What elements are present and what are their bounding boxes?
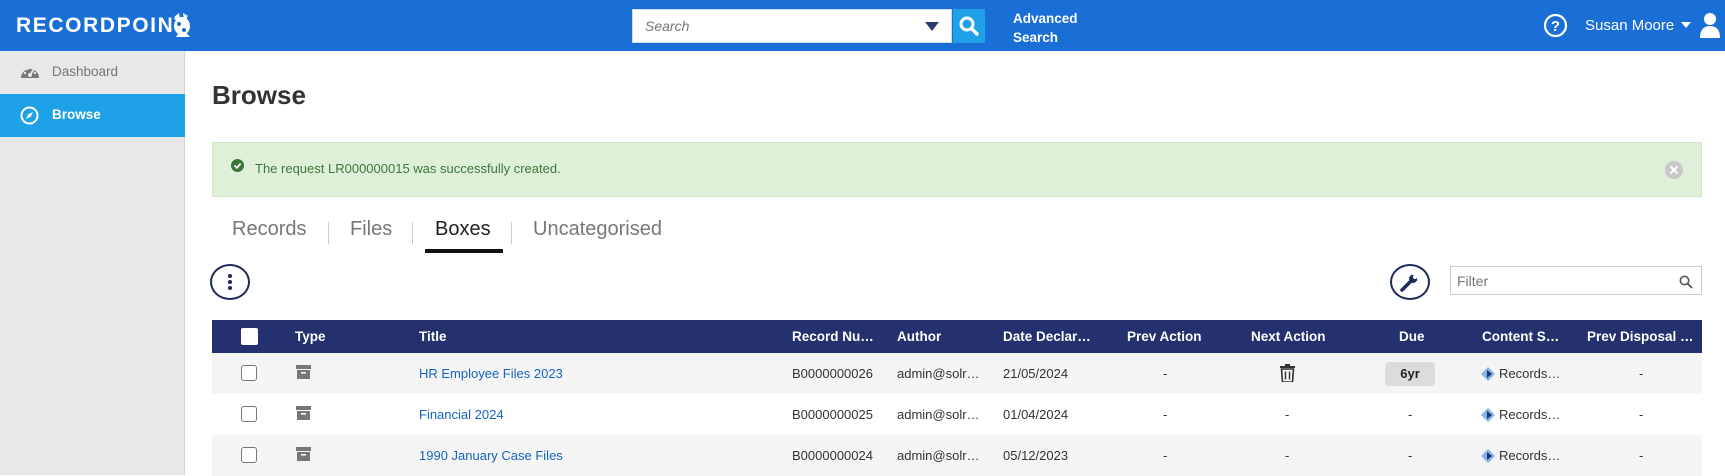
box-icon (296, 447, 311, 461)
user-avatar-icon[interactable] (1700, 12, 1720, 38)
column-header-title[interactable]: Title (419, 329, 447, 344)
row-title-link[interactable]: HR Employee Files 2023 (419, 366, 563, 381)
close-icon[interactable] (1665, 161, 1683, 179)
column-header-date-declared[interactable]: Date Declar… (1003, 329, 1093, 344)
filter-input[interactable] (1451, 267, 1666, 294)
column-header-type[interactable]: Type (295, 329, 326, 344)
row-title-link[interactable]: 1990 January Case Files (419, 448, 563, 463)
row-next-action: - (1285, 448, 1290, 463)
search-input[interactable] (633, 10, 913, 42)
box-icon (296, 406, 311, 420)
box-icon (296, 365, 311, 379)
tab-separator (328, 222, 329, 244)
page-title: Browse (212, 80, 306, 110)
row-due: - (1408, 407, 1413, 422)
success-alert: The request LR000000015 was successfully… (212, 142, 1702, 197)
help-icon[interactable]: ? (1543, 13, 1568, 38)
column-header-prev-action[interactable]: Prev Action (1127, 329, 1202, 344)
row-prev-disposal: - (1639, 407, 1644, 422)
logo-mascot-icon (174, 13, 190, 37)
row-prev-action: - (1163, 448, 1168, 463)
top-bar: RECORDPOINT Advanced Search ? Susan Moor… (0, 0, 1725, 51)
row-record-number: B0000000025 (792, 407, 873, 422)
column-header-record-number[interactable]: Record Nu… (792, 329, 877, 344)
table-row[interactable]: HR Employee Files 2023 B0000000026 admin… (212, 353, 1702, 394)
row-content-source: Records… (1499, 448, 1561, 463)
logo[interactable]: RECORDPOINT (16, 14, 189, 38)
filter-box (1450, 266, 1702, 295)
row-author: admin@solr… (897, 366, 980, 381)
tab-boxes[interactable]: Boxes (435, 218, 491, 241)
tab-uncategorised[interactable]: Uncategorised (533, 218, 662, 241)
column-settings-button[interactable] (1390, 264, 1430, 300)
row-prev-disposal: - (1639, 448, 1644, 463)
sidebar-item-label: Browse (52, 107, 101, 122)
active-tab-indicator (425, 249, 503, 253)
row-prev-action: - (1163, 407, 1168, 422)
search-box (632, 9, 952, 43)
row-record-number: B0000000026 (792, 366, 873, 381)
wrench-icon (1400, 274, 1418, 292)
more-actions-button[interactable] (210, 264, 250, 300)
row-due: - (1408, 448, 1413, 463)
row-record-number: B0000000024 (792, 448, 873, 463)
tab-files[interactable]: Files (350, 218, 392, 241)
tab-separator (511, 222, 512, 244)
sidebar-item-label: Dashboard (52, 64, 119, 79)
row-date-declared: 21/05/2024 (1003, 366, 1069, 381)
compass-icon (20, 106, 39, 125)
check-circle-icon (231, 159, 244, 172)
more-vertical-icon (228, 274, 232, 290)
column-header-due[interactable]: Due (1399, 329, 1425, 344)
row-next-action: - (1285, 407, 1290, 422)
sidebar-item-browse[interactable]: Browse (0, 94, 185, 137)
column-header-prev-disposal[interactable]: Prev Disposal … (1587, 329, 1697, 344)
recordpoint-source-icon (1481, 408, 1495, 422)
row-date-declared: 05/12/2023 (1003, 448, 1069, 463)
row-date-declared: 01/04/2024 (1003, 407, 1069, 422)
boxes-table: Type Title Record Nu… Author Date Declar… (212, 320, 1702, 476)
advanced-search-link[interactable]: Advanced Search (1013, 9, 1078, 47)
row-author: admin@solr… (897, 407, 980, 422)
row-prev-action: - (1163, 366, 1168, 381)
table-header: Type Title Record Nu… Author Date Declar… (212, 320, 1702, 353)
row-prev-disposal: - (1639, 366, 1644, 381)
row-title-link[interactable]: Financial 2024 (419, 407, 504, 422)
row-content-source: Records… (1499, 407, 1561, 422)
row-checkbox[interactable] (241, 406, 257, 422)
sidebar: Dashboard Browse (0, 51, 185, 475)
tab-separator (412, 222, 413, 244)
column-header-author[interactable]: Author (897, 329, 941, 344)
column-header-content-source[interactable]: Content So… (1482, 329, 1567, 344)
svg-text:?: ? (1551, 18, 1560, 35)
advanced-search-line1: Advanced (1013, 11, 1078, 26)
search-button[interactable] (953, 9, 985, 43)
row-author: admin@solr… (897, 448, 980, 463)
due-badge: 6yr (1385, 362, 1435, 386)
column-header-next-action[interactable]: Next Action (1251, 329, 1326, 344)
search-icon[interactable] (1679, 275, 1693, 289)
dashboard-icon (21, 67, 39, 78)
recordpoint-source-icon (1481, 449, 1495, 463)
select-all-checkbox[interactable] (241, 328, 258, 345)
row-content-source: Records… (1499, 366, 1561, 381)
advanced-search-line2: Search (1013, 30, 1059, 45)
row-checkbox[interactable] (241, 447, 257, 463)
sidebar-item-dashboard[interactable]: Dashboard (0, 51, 185, 94)
user-name[interactable]: Susan Moore (1585, 17, 1674, 34)
table-row[interactable]: Financial 2024 B0000000025 admin@solr… 0… (212, 394, 1702, 435)
trash-icon[interactable] (1280, 364, 1295, 382)
user-menu-caret-icon[interactable] (1681, 22, 1691, 28)
alert-message: The request LR000000015 was successfully… (255, 161, 561, 176)
tab-records[interactable]: Records (232, 218, 306, 241)
search-dropdown-caret-icon[interactable] (925, 22, 939, 31)
table-row[interactable]: 1990 January Case Files B0000000024 admi… (212, 435, 1702, 476)
recordpoint-source-icon (1481, 367, 1495, 381)
row-checkbox[interactable] (241, 365, 257, 381)
search-icon (959, 16, 979, 36)
